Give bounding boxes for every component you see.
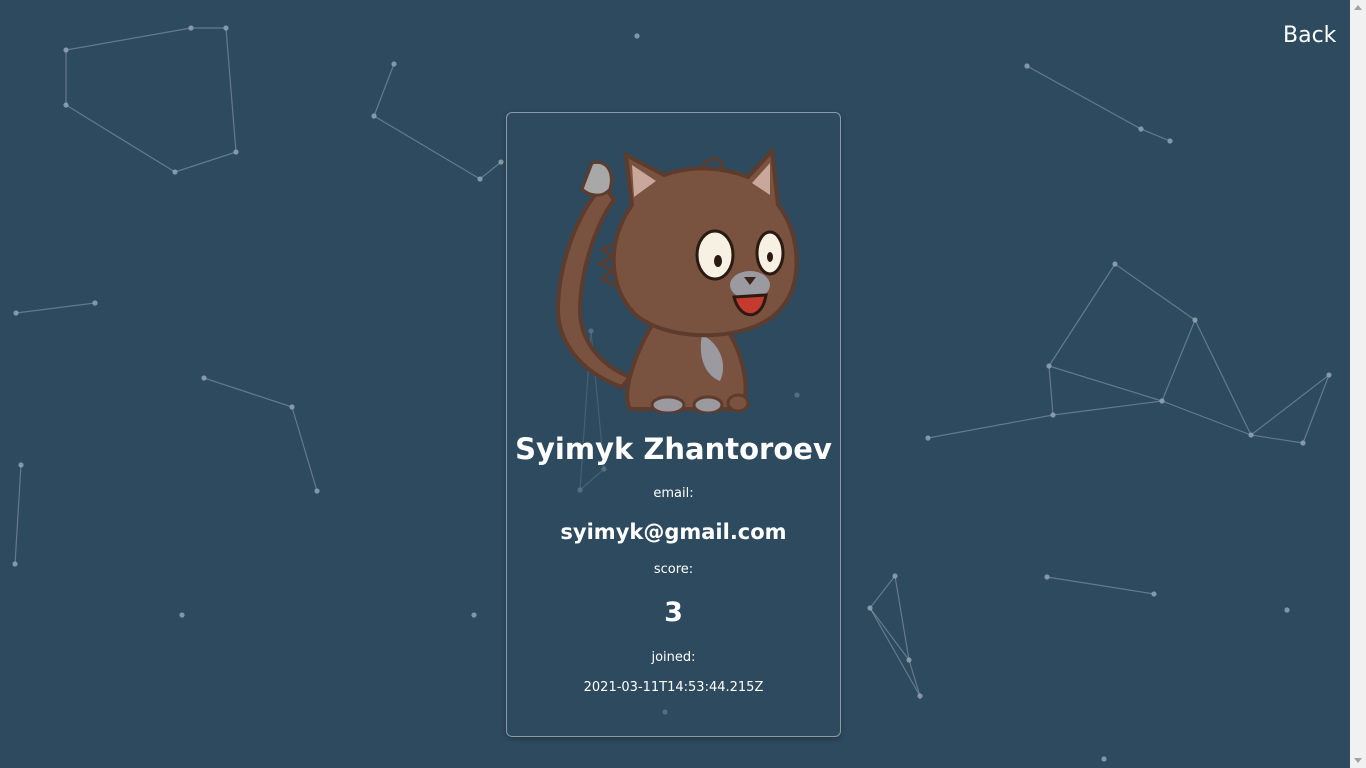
network-node: [223, 25, 229, 31]
network-link: [1048, 263, 1116, 367]
network-node: [1248, 432, 1254, 438]
network-node: [63, 47, 69, 53]
network-link: [1194, 319, 1252, 436]
network-node: [498, 159, 504, 165]
network-node: [1284, 607, 1290, 613]
network-link: [291, 406, 318, 492]
network-node: [92, 300, 98, 306]
network-link: [373, 63, 395, 117]
scroll-up-arrow-icon[interactable]: [1354, 5, 1362, 10]
network-node: [867, 605, 873, 611]
vertical-scrollbar[interactable]: [1350, 0, 1366, 768]
network-link: [927, 414, 1054, 439]
network-node: [391, 61, 397, 67]
network-node: [201, 375, 207, 381]
network-link: [869, 607, 910, 661]
joined-value: 2021-03-11T14:53:44.215Z: [583, 680, 764, 695]
network-node: [917, 693, 923, 699]
page: Back Syimyk Zhantoroev email: syimyk@gma…: [0, 0, 1366, 768]
network-node: [289, 404, 295, 410]
network-link: [65, 27, 192, 51]
network-node: [18, 462, 24, 468]
network-link: [1048, 365, 1054, 416]
network-node: [1024, 63, 1030, 69]
network-link: [869, 607, 921, 697]
network-node: [371, 113, 377, 119]
network-node: [634, 33, 640, 39]
network-link: [15, 302, 96, 314]
network-node: [1151, 591, 1157, 597]
email-label: email:: [653, 486, 694, 501]
network-node: [1046, 363, 1052, 369]
score-value: 3: [664, 597, 683, 628]
network-link: [373, 115, 481, 180]
network-link: [894, 575, 910, 661]
user-name: Syimyk Zhantoroev: [515, 432, 832, 466]
profile-card: Syimyk Zhantoroev email: syimyk@gmail.co…: [506, 112, 841, 737]
network-node: [188, 25, 194, 31]
network-node: [12, 561, 18, 567]
network-node: [892, 573, 898, 579]
network-link: [908, 659, 921, 697]
network-node: [1192, 317, 1198, 323]
scroll-down-arrow-icon[interactable]: [1354, 758, 1362, 763]
network-node: [925, 435, 931, 441]
network-node: [1112, 261, 1118, 267]
network-link: [1052, 400, 1163, 416]
network-link: [1250, 434, 1304, 444]
network-node: [1300, 440, 1306, 446]
network-node: [1050, 412, 1056, 418]
back-link[interactable]: Back: [1283, 22, 1336, 50]
score-label: score:: [653, 562, 694, 577]
network-node: [1159, 398, 1165, 404]
network-node: [906, 657, 912, 663]
network-node: [179, 612, 185, 618]
network-link: [1046, 576, 1155, 595]
network-link: [14, 464, 22, 565]
network-link: [1161, 319, 1196, 402]
network-node: [13, 310, 19, 316]
network-link: [1140, 128, 1171, 142]
network-link: [1026, 65, 1142, 130]
network-node: [63, 102, 69, 108]
network-link: [65, 104, 176, 173]
network-node: [1167, 138, 1173, 144]
network-node: [477, 176, 483, 182]
network-node: [233, 149, 239, 155]
cat-avatar-icon: [555, 146, 799, 413]
network-node: [1101, 756, 1107, 762]
network-link: [1161, 400, 1252, 436]
network-link: [1048, 365, 1163, 402]
email-value: syimyk@gmail.com: [560, 520, 787, 544]
network-node: [1138, 126, 1144, 132]
network-link: [1114, 263, 1196, 321]
joined-label: joined:: [651, 650, 696, 665]
network-node: [471, 612, 477, 618]
network-node: [172, 169, 178, 175]
network-node: [1326, 372, 1332, 378]
network-link: [174, 151, 237, 173]
network-link: [225, 27, 237, 153]
network-node: [314, 488, 320, 494]
network-node: [1044, 574, 1050, 580]
network-link: [869, 575, 896, 609]
network-link: [479, 161, 502, 180]
network-link: [203, 377, 293, 408]
